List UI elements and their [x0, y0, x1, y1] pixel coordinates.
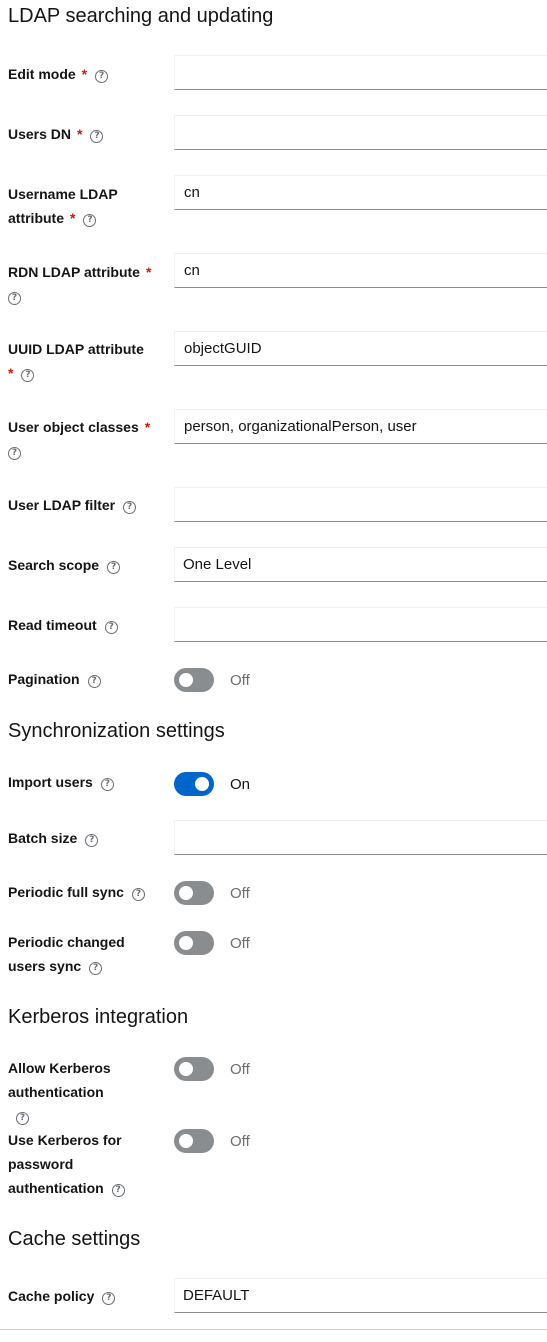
toggle-switch[interactable]	[174, 1129, 214, 1153]
use-kerberos-password-label: Use Kerberos for password authentication…	[8, 1128, 128, 1200]
rdn-ldap-attribute-input[interactable]: cn	[174, 253, 547, 288]
username-ldap-attribute-input[interactable]: cn	[174, 175, 547, 210]
edit-mode-label: Edit mode *?	[8, 62, 158, 86]
help-icon[interactable]: ?	[107, 561, 121, 574]
search-scope-label: Search scope?	[8, 553, 158, 577]
section-title-ldap-search: LDAP searching and updating	[8, 5, 274, 27]
required-asterisk: *	[8, 365, 14, 381]
section-title-kerberos: Kerberos integration	[8, 1006, 189, 1028]
periodic-changed-sync-label: Periodic changed users sync?	[8, 934, 125, 975]
periodic-full-sync-toggle[interactable]: Off	[174, 881, 250, 905]
user-object-classes-input[interactable]: person, organizationalPerson, user	[174, 409, 547, 444]
toggle-knob	[179, 936, 193, 950]
cache-policy-label: Cache policy?	[8, 1284, 158, 1308]
periodic-changed-sync-toggle[interactable]: Off	[174, 931, 250, 955]
toggle-state-text: Off	[230, 884, 250, 902]
required-asterisk: *	[145, 264, 152, 280]
help-icon[interactable]: ?	[89, 962, 103, 975]
toggle-knob	[179, 673, 193, 687]
help-icon[interactable]: ?	[100, 778, 114, 791]
help-icon[interactable]: ?	[87, 675, 101, 688]
help-icon[interactable]: ?	[83, 214, 97, 227]
help-icon[interactable]: ?	[123, 501, 137, 514]
help-icon[interactable]: ?	[85, 834, 99, 847]
help-icon[interactable]: ?	[104, 621, 118, 634]
toggle-state-text: Off	[230, 671, 250, 689]
help-icon[interactable]: ?	[16, 1112, 29, 1125]
section-title-cache: Cache settings	[8, 1228, 141, 1250]
read-timeout-label: Read timeout?	[8, 613, 158, 637]
section-title-sync: Synchronization settings	[8, 720, 225, 742]
toggle-switch[interactable]	[174, 1057, 214, 1081]
toggle-knob	[179, 886, 193, 900]
search-scope-select[interactable]: One Level	[174, 547, 547, 582]
help-icon[interactable]: ?	[90, 130, 104, 143]
required-asterisk: *	[70, 210, 76, 226]
help-icon[interactable]: ?	[131, 888, 145, 901]
read-timeout-input[interactable]	[174, 607, 547, 642]
users-dn-input[interactable]	[174, 115, 547, 150]
user-ldap-filter-label: User LDAP filter?	[8, 493, 158, 517]
help-icon[interactable]: ?	[95, 70, 109, 83]
uuid-ldap-attribute-label: UUID LDAP attribute *?	[8, 341, 144, 382]
toggle-state-text: Off	[230, 934, 250, 952]
pagination-toggle[interactable]: Off	[174, 668, 250, 692]
user-object-classes-label: User object classes *?	[8, 419, 151, 460]
user-ldap-filter-input[interactable]	[174, 487, 547, 522]
help-icon[interactable]: ?	[8, 292, 21, 305]
import-users-toggle[interactable]: On	[174, 772, 250, 796]
required-asterisk: *	[77, 126, 83, 142]
pagination-label: Pagination?	[8, 667, 158, 691]
toggle-switch[interactable]	[174, 772, 214, 796]
cache-policy-select[interactable]: DEFAULT	[174, 1278, 547, 1313]
username-ldap-attribute-label: Username LDAP attribute *?	[8, 186, 118, 227]
help-icon[interactable]: ?	[102, 1292, 116, 1305]
users-dn-label: Users DN *?	[8, 122, 158, 146]
required-asterisk: *	[144, 419, 151, 435]
toggle-knob	[179, 1134, 193, 1148]
help-icon[interactable]: ?	[8, 447, 21, 460]
edit-mode-select[interactable]	[174, 55, 547, 90]
periodic-full-sync-label: Periodic full sync?	[8, 880, 158, 904]
toggle-switch[interactable]	[174, 931, 214, 955]
toggle-state-text: Off	[230, 1060, 250, 1078]
toggle-knob	[179, 1062, 193, 1076]
help-icon[interactable]: ?	[111, 1184, 125, 1197]
rdn-ldap-attribute-label: RDN LDAP attribute *?	[8, 264, 152, 305]
uuid-ldap-attribute-input[interactable]: objectGUID	[174, 331, 547, 366]
toggle-knob	[195, 777, 209, 791]
import-users-label: Import users?	[8, 770, 158, 794]
allow-kerberos-toggle[interactable]: Off	[174, 1057, 250, 1081]
batch-size-label: Batch size?	[8, 826, 158, 850]
use-kerberos-password-toggle[interactable]: Off	[174, 1129, 250, 1153]
help-icon[interactable]: ?	[21, 369, 35, 382]
toggle-switch[interactable]	[174, 668, 214, 692]
bottom-divider	[0, 1329, 547, 1330]
toggle-state-text: Off	[230, 1132, 250, 1150]
allow-kerberos-label: Allow Kerberos authentication?	[8, 1060, 111, 1125]
batch-size-input[interactable]	[174, 820, 547, 855]
required-asterisk: *	[81, 66, 88, 82]
toggle-switch[interactable]	[174, 881, 214, 905]
ldap-settings-page: LDAP searching and updating Edit mode *? …	[0, 0, 547, 1342]
toggle-state-text: On	[230, 775, 251, 793]
